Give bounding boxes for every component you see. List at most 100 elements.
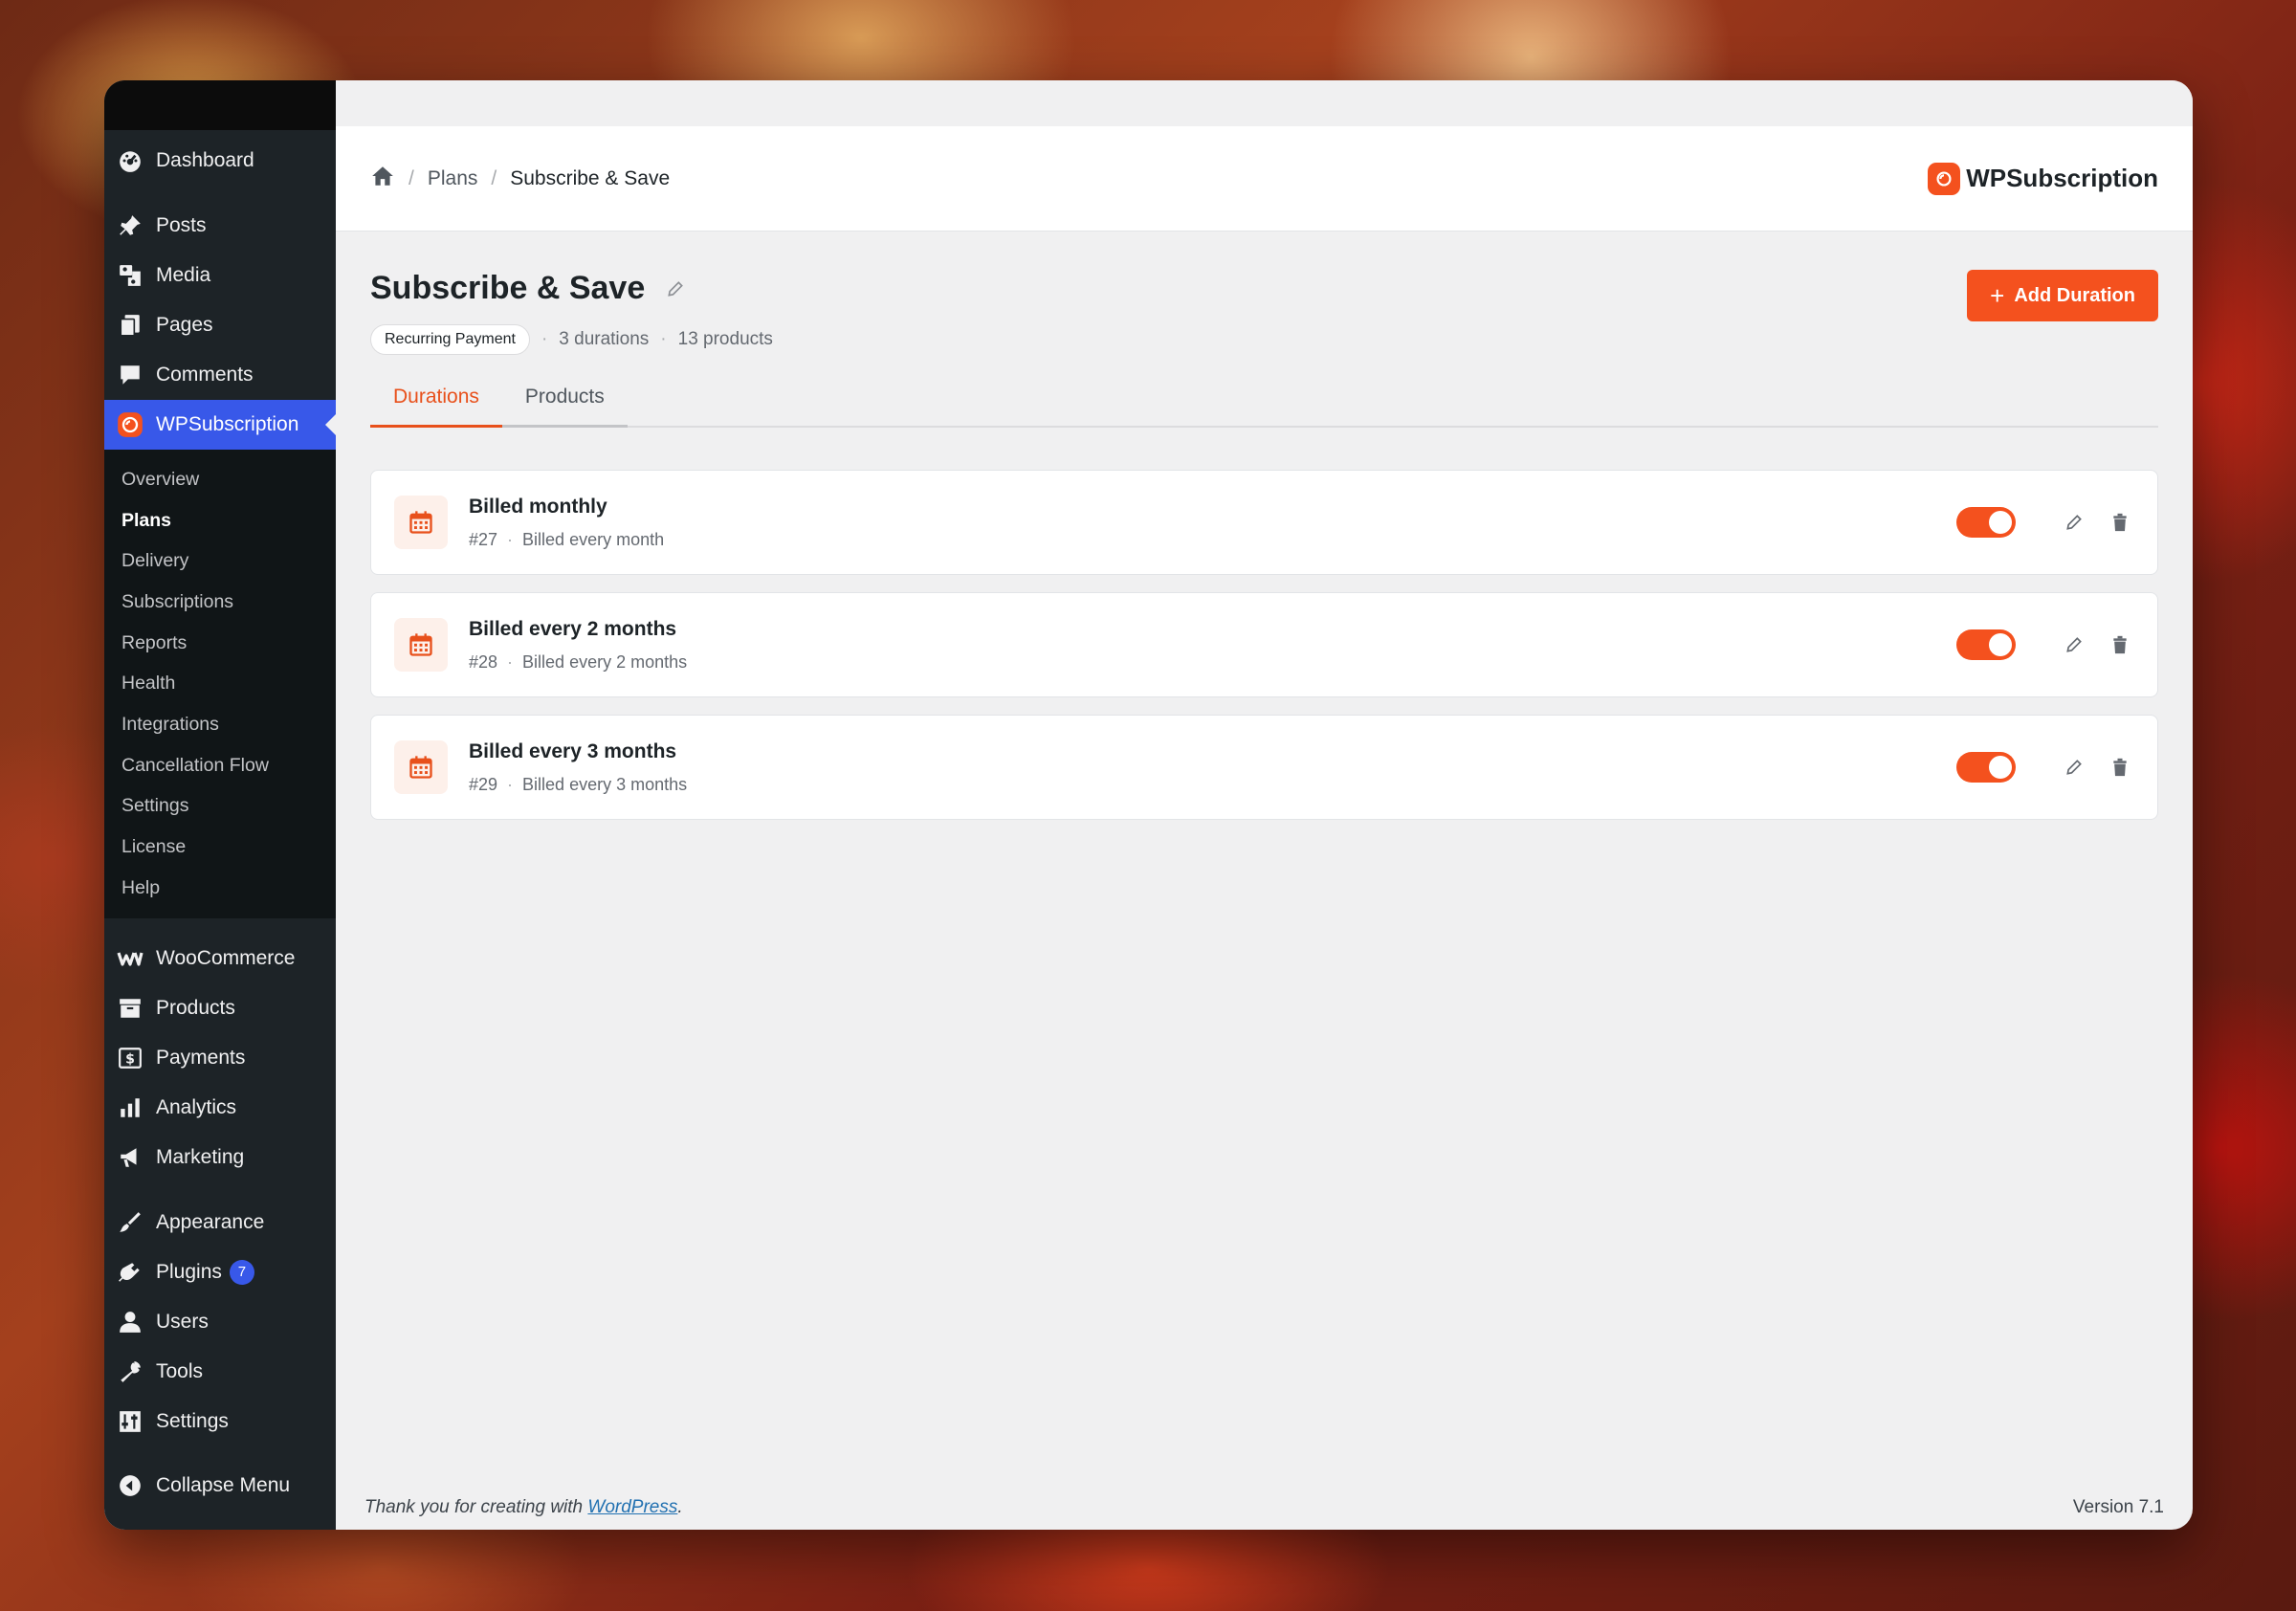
duration-enabled-toggle[interactable]: [1956, 629, 2016, 660]
tab-products[interactable]: Products: [501, 372, 628, 428]
brand-text: Subscription: [2006, 164, 2158, 192]
calendar-icon: [394, 740, 448, 794]
collapse-arrow-icon: [116, 1471, 144, 1500]
sidebar-item-label: WPSubscription: [156, 413, 299, 435]
tab-durations[interactable]: Durations: [370, 372, 502, 428]
submenu-item-health[interactable]: Health: [104, 663, 336, 704]
sidebar-item-marketing[interactable]: Marketing: [104, 1133, 336, 1182]
calendar-icon: [394, 618, 448, 672]
sidebar-item-comments[interactable]: Comments: [104, 350, 336, 400]
sidebar-item-label: Media: [156, 264, 211, 286]
pages-icon: [116, 311, 144, 340]
submenu-item-plans[interactable]: Plans: [104, 500, 336, 541]
duration-card: Billed every 3 months #29 · Billed every 3…: [370, 715, 2158, 820]
duration-subtitle: #29 · Billed every 3 months: [469, 774, 688, 794]
delete-trash-icon[interactable]: [2106, 630, 2134, 659]
sidebar-item-media[interactable]: Media: [104, 251, 336, 300]
duration-id: #27: [469, 529, 498, 549]
breadcrumb-current: Subscribe & Save: [510, 166, 671, 189]
plugins-update-badge: 7: [229, 1259, 254, 1285]
wordpress-link[interactable]: WordPress: [587, 1497, 677, 1517]
app-window: Dashboard Posts Media Pages Comments WPS…: [104, 80, 2193, 1530]
dashboard-icon: [116, 146, 144, 175]
duration-desc: Billed every 2 months: [522, 651, 688, 672]
submenu-item-overview[interactable]: Overview: [104, 459, 336, 500]
sidebar-item-analytics[interactable]: Analytics: [104, 1083, 336, 1133]
sidebar-item-products[interactable]: Products: [104, 983, 336, 1033]
sidebar-item-label: Comments: [156, 364, 254, 386]
footer-version: Version 7.1: [2072, 1497, 2164, 1517]
megaphone-icon: [116, 1143, 144, 1172]
sidebar-item-woocommerce[interactable]: WooCommerce: [104, 934, 336, 983]
sidebar-item-settings[interactable]: Settings: [104, 1397, 336, 1446]
sidebar-item-label: Posts: [156, 214, 207, 236]
collapse-menu-button[interactable]: Collapse Menu: [104, 1461, 336, 1511]
sidebar-item-posts[interactable]: Posts: [104, 201, 336, 251]
submenu-item-help[interactable]: Help: [104, 868, 336, 909]
sidebar-item-appearance[interactable]: Appearance: [104, 1198, 336, 1247]
admin-sidebar: Dashboard Posts Media Pages Comments WPS…: [104, 80, 337, 1530]
menu-group-3: WooCommerce Products $ Payments Analytic…: [104, 934, 336, 1182]
submenu-item-integrations[interactable]: Integrations: [104, 704, 336, 745]
plan-tabs: Durations Products: [370, 372, 2158, 428]
edit-pencil-icon[interactable]: [2060, 508, 2088, 537]
sidebar-item-plugins[interactable]: Plugins 7: [104, 1247, 336, 1297]
edit-pencil-icon[interactable]: [2060, 630, 2088, 659]
duration-title: Billed every 2 months: [469, 617, 677, 640]
plus-icon: +: [1990, 280, 2005, 310]
submenu-item-reports[interactable]: Reports: [104, 623, 336, 664]
duration-enabled-toggle[interactable]: [1956, 507, 2016, 538]
edit-pencil-icon[interactable]: [2060, 753, 2088, 782]
delete-trash-icon[interactable]: [2106, 753, 2134, 782]
sidebar-item-label: WooCommerce: [156, 946, 296, 969]
plan-meta: Recurring Payment · 3 durations · 13 pro…: [370, 324, 773, 355]
durations-count: 3 durations: [559, 329, 650, 349]
media-icon: [116, 261, 144, 290]
sidebar-item-payments[interactable]: $ Payments: [104, 1033, 336, 1083]
duration-card: Billed every 2 months #28 · Billed every 2…: [370, 592, 2158, 697]
sidebar-item-users[interactable]: Users: [104, 1297, 336, 1347]
duration-desc: Billed every 3 months: [522, 774, 688, 794]
submenu-item-delivery[interactable]: Delivery: [104, 541, 336, 582]
sidebar-item-label: Appearance: [156, 1210, 265, 1233]
sidebar-item-dashboard[interactable]: Dashboard: [104, 136, 336, 186]
sidebar-item-wpsubscription[interactable]: WPSubscription: [104, 400, 337, 450]
wrench-icon: [116, 1357, 144, 1386]
collapse-menu-label: Collapse Menu: [156, 1474, 291, 1496]
home-icon[interactable]: [370, 164, 395, 194]
duration-id: #28: [469, 651, 498, 672]
footer-thanks: Thank you for creating with WordPress.: [364, 1497, 683, 1517]
paintbrush-icon: [116, 1208, 144, 1237]
delete-trash-icon[interactable]: [2106, 508, 2134, 537]
submenu-item-license[interactable]: License: [104, 827, 336, 868]
wpsubscription-submenu: Overview Plans Delivery Subscriptions Re…: [104, 450, 336, 918]
duration-card: Billed monthly #27 · Billed every month: [370, 470, 2158, 575]
sidebar-item-label: Dashboard: [156, 149, 254, 171]
breadcrumb-separator: /: [491, 166, 497, 189]
duration-enabled-toggle[interactable]: [1956, 752, 2016, 783]
sidebar-item-tools[interactable]: Tools: [104, 1347, 336, 1397]
edit-title-pencil-icon[interactable]: [666, 270, 685, 307]
page-title: Subscribe & Save: [370, 270, 773, 307]
svg-text:$: $: [125, 1051, 135, 1067]
breadcrumb-plans[interactable]: Plans: [428, 167, 478, 190]
durations-list: Billed monthly #27·Billed every month: [370, 470, 2158, 820]
plan-type-pill: Recurring Payment: [370, 324, 530, 355]
duration-subtitle: #28 · Billed every 2 months: [469, 651, 688, 672]
wpsubscription-icon: [116, 410, 144, 439]
submenu-item-cancellation-flow[interactable]: Cancellation Flow: [104, 745, 336, 786]
duration-title: Billed every 3 months: [469, 739, 677, 762]
comments-icon: [116, 361, 144, 389]
duration-id: #29: [469, 774, 498, 794]
users-icon: [116, 1308, 144, 1336]
submenu-item-subscriptions[interactable]: Subscriptions: [104, 582, 336, 623]
menu-group-4: Appearance Plugins 7 Users Tools Setting…: [104, 1198, 336, 1446]
submenu-item-settings[interactable]: Settings: [104, 786, 336, 828]
sidebar-item-label: Plugins: [156, 1260, 222, 1283]
sidebar-item-label: Pages: [156, 314, 213, 336]
sidebar-item-label: Analytics: [156, 1095, 237, 1118]
sidebar-item-pages[interactable]: Pages: [104, 300, 336, 350]
analytics-icon: [116, 1093, 144, 1122]
page-content: Subscribe & Save Recurring Payment · 3 d…: [336, 232, 2193, 820]
add-duration-button[interactable]: + Add Duration: [1967, 270, 2158, 321]
